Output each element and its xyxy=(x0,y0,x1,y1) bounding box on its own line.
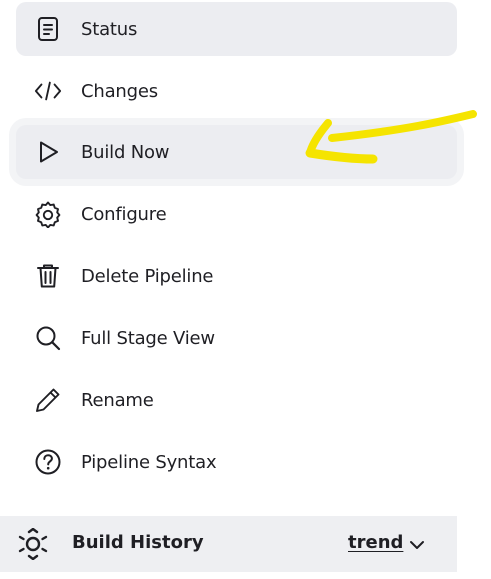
pencil-icon xyxy=(34,386,62,414)
menu-item-label: Rename xyxy=(81,389,154,411)
menu-item-rename[interactable]: Rename xyxy=(16,373,457,427)
play-icon xyxy=(34,138,62,166)
search-icon xyxy=(34,324,62,352)
menu-item-label: Pipeline Syntax xyxy=(81,451,217,473)
menu-item-label: Status xyxy=(81,18,138,40)
menu-item-changes[interactable]: Changes xyxy=(16,64,457,118)
menu-item-build-now[interactable]: Build Now xyxy=(16,125,457,179)
menu-item-configure[interactable]: Configure xyxy=(16,187,457,241)
chevron-down-icon[interactable] xyxy=(407,535,427,555)
menu-item-pipeline-syntax[interactable]: Pipeline Syntax xyxy=(16,435,457,489)
trash-icon xyxy=(34,262,62,290)
status-document-icon xyxy=(34,15,62,43)
menu-item-status[interactable]: Status xyxy=(16,2,457,56)
menu-item-label: Changes xyxy=(81,80,158,102)
trend-link[interactable]: trend xyxy=(348,532,403,553)
menu-item-label: Configure xyxy=(81,203,167,225)
build-history-icon xyxy=(18,528,48,560)
gear-icon xyxy=(34,200,62,228)
menu-item-label: Full Stage View xyxy=(81,327,215,349)
help-circle-icon xyxy=(34,448,62,476)
build-history-bar: Build History trend xyxy=(0,516,457,572)
menu-item-delete-pipeline[interactable]: Delete Pipeline xyxy=(16,249,457,303)
menu-item-label: Build Now xyxy=(81,141,170,163)
build-history-title: Build History xyxy=(72,532,204,553)
code-brackets-icon xyxy=(34,77,62,105)
menu-item-label: Delete Pipeline xyxy=(81,265,214,287)
menu-item-full-stage-view[interactable]: Full Stage View xyxy=(16,311,457,365)
